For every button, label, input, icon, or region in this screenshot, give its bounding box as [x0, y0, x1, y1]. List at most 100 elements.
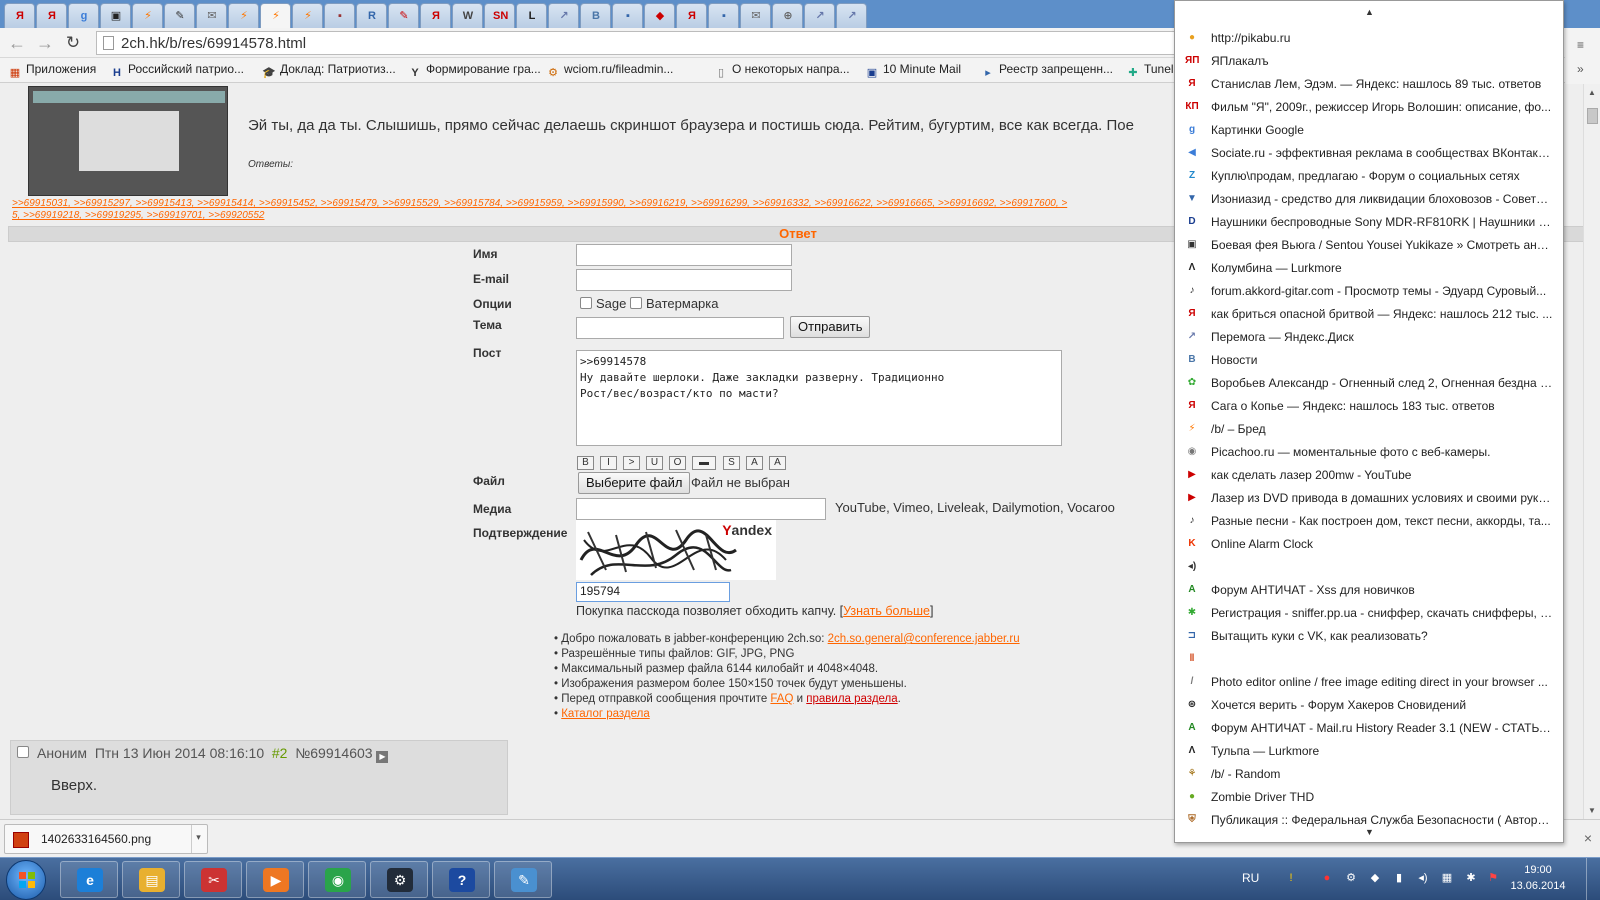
browser-tab[interactable]: ⚡ [260, 3, 291, 28]
browser-tab[interactable]: ▪ [708, 3, 739, 28]
warning-icon[interactable]: ! [1284, 871, 1298, 885]
bookmark-item[interactable]: ⚙ wciom.ru/fileadmin... [546, 62, 673, 80]
network-icon[interactable]: ▦ [1440, 871, 1454, 885]
bookmark-menu-item[interactable]: g Картинки Google [1175, 119, 1563, 141]
subscript-format-button[interactable]: A [769, 456, 786, 470]
forward-icon[interactable]: → [34, 32, 56, 54]
taskbar-chrome-button[interactable]: ◉ [308, 861, 366, 898]
bookmark-menu-item[interactable]: КП Фильм "Я", 2009г., режиссер Игорь Воло… [1175, 96, 1563, 118]
bookmark-menu-item[interactable]: ЯП ЯПлакалъ [1175, 50, 1563, 72]
bookmark-menu-item[interactable]: K Online Alarm Clock [1175, 533, 1563, 555]
board-rules-link[interactable]: правила раздела [806, 693, 897, 705]
name-input[interactable] [576, 244, 792, 266]
bookmark-menu-item[interactable]: ● Zombie Driver THD [1175, 786, 1563, 808]
address-bar[interactable]: 2ch.hk/b/res/69914578.html [96, 31, 1296, 55]
post-select-checkbox[interactable] [17, 746, 29, 758]
reply-links-line-2[interactable]: 5, >>69919218, >>69919295, >>69919701, >… [12, 210, 264, 221]
taskbar-snipping-button[interactable]: ✂ [184, 861, 242, 898]
bookmark-menu-item[interactable]: ✿ Воробьев Александр - Огненный след 2, О… [1175, 372, 1563, 394]
download-item[interactable]: 1402633164560.png ▾ [4, 824, 208, 854]
browser-tab[interactable]: SN [484, 3, 515, 28]
media-input[interactable] [576, 498, 826, 520]
bookmark-menu-item[interactable]: Якак бриться опасной бритвой — Яндекс: н… [1175, 303, 1563, 325]
power-icon[interactable]: ▮ [1392, 871, 1406, 885]
browser-tab[interactable]: W [452, 3, 483, 28]
back-icon[interactable]: ← [6, 32, 28, 54]
taskbar-ie-button[interactable]: e [60, 861, 118, 898]
bookmark-menu-item[interactable]: ↗ Перемога — Яндекс.Диск [1175, 326, 1563, 348]
browser-tab[interactable]: B [580, 3, 611, 28]
catalog-link[interactable]: Каталог раздела [561, 708, 650, 720]
bookmark-menu-item[interactable]: / Photo editor online / free image editin… [1175, 671, 1563, 693]
menu-icon[interactable]: ≡ [1577, 38, 1584, 52]
browser-tab[interactable]: Я [420, 3, 451, 28]
bookmark-menu-item[interactable]: A Форум АНТИЧАТ - Xss для новичков [1175, 579, 1563, 601]
scroll-up-icon[interactable]: ▲ [1588, 88, 1596, 97]
browser-tab[interactable]: ⚡ [292, 3, 323, 28]
bookmark-menu-item[interactable]: B Новости [1175, 349, 1563, 371]
bookmark-menu-item[interactable]: ⚘ /b/ - Random [1175, 763, 1563, 785]
browser-tab[interactable]: ⚡ [132, 3, 163, 28]
bookmark-menu-item[interactable]: ♪ Разные песни - Как построен дом, текст … [1175, 510, 1563, 532]
reply-links-line-1[interactable]: >>69915031, >>69915297, >>69915413, >>69… [12, 198, 1067, 209]
browser-tab[interactable]: ▣ [100, 3, 131, 28]
show-desktop-button[interactable] [1586, 858, 1600, 900]
taskbar-explorer-button[interactable]: ▤ [122, 861, 180, 898]
browser-tab[interactable]: ↗ [548, 3, 579, 28]
bookmark-menu-item[interactable]: Λ Колумбина — Lurkmore [1175, 257, 1563, 279]
bluetooth-icon[interactable]: ✱ [1464, 871, 1478, 885]
underline-format-button[interactable]: U [646, 456, 663, 470]
watermark-checkbox[interactable] [630, 297, 642, 309]
flag-icon[interactable]: ⚑ [1486, 871, 1500, 885]
bookmark-menu-item[interactable]: ▣ Боевая фея Вьюга / Sentou Yousei Yukika… [1175, 234, 1563, 256]
sage-checkbox[interactable] [580, 297, 592, 309]
browser-tab[interactable]: ⚡ [228, 3, 259, 28]
strike-format-button[interactable]: S [723, 456, 740, 470]
bookmark-menu-item[interactable]: Я Станислав Лем, Эдэм. — Яндекс: нашлось … [1175, 73, 1563, 95]
jabber-link[interactable]: 2ch.so.general@conference.jabber.ru [828, 633, 1020, 645]
choose-file-button[interactable]: Выберите файл [578, 472, 691, 494]
steam-tray-icon[interactable]: ⚙ [1344, 871, 1358, 885]
browser-tab[interactable]: ↗ [836, 3, 867, 28]
browser-tab[interactable]: ◆ [644, 3, 675, 28]
post-menu-icon[interactable]: ▶ [376, 751, 389, 763]
browser-tab[interactable]: Я [676, 3, 707, 28]
post-number[interactable]: №69914603 [295, 745, 372, 761]
browser-tab[interactable]: g [68, 3, 99, 28]
bookmark-menu-item[interactable]: ◀ Sociate.ru - эффективная реклама в сооб… [1175, 142, 1563, 164]
bookmark-menu-item[interactable]: ♪ forum.akkord-gitar.com - Просмотр темы … [1175, 280, 1563, 302]
browser-tab[interactable]: ✉ [740, 3, 771, 28]
clock[interactable]: 19:00 13.06.2014 [1506, 862, 1570, 894]
tray-antivirus-icon[interactable]: ◆ [1368, 871, 1382, 885]
bookmark-menu-item[interactable]: ⊛ Хочется верить - Форум Хакеров Сновиден… [1175, 694, 1563, 716]
spoiler-format-button[interactable]: ▬ [692, 456, 716, 470]
language-indicator[interactable]: RU [1242, 871, 1259, 885]
bookmark-menu-item[interactable]: ▶ как сделать лазер 200mw - YouTube [1175, 464, 1563, 486]
bookmark-item[interactable]: 🎓 Доклад: Патриотиз... [262, 62, 396, 80]
taskbar-steam-button[interactable]: ⚙ [370, 861, 428, 898]
scroll-down-icon[interactable]: ▼ [1588, 806, 1596, 815]
menu-scroll-down-icon[interactable]: ▼ [1365, 827, 1374, 837]
browser-tab[interactable]: ✉ [196, 3, 227, 28]
op-thumbnail[interactable] [28, 86, 228, 196]
browser-tab[interactable]: Я [36, 3, 67, 28]
bookmark-menu-item[interactable]: ◉ Picachoo.ru — моментальные фото с веб-к… [1175, 441, 1563, 463]
post-textarea[interactable]: >>69914578 Ну давайте шерлоки. Даже закл… [576, 350, 1062, 446]
superscript-format-button[interactable]: A [746, 456, 763, 470]
browser-tab[interactable]: ↗ [804, 3, 835, 28]
volume-icon[interactable]: ◂) [1416, 871, 1430, 885]
taskbar-help-button[interactable]: ? [432, 861, 490, 898]
browser-tab[interactable]: ✎ [388, 3, 419, 28]
bookmark-menu-item[interactable]: A Форум АНТИЧАТ - Mail.ru History Reader … [1175, 717, 1563, 739]
bookmark-item[interactable]: ▸ Реестр запрещенн... [981, 62, 1113, 80]
scroll-thumb[interactable] [1587, 108, 1598, 124]
reload-icon[interactable]: ↻ [62, 32, 84, 54]
browser-tab[interactable]: ✎ [164, 3, 195, 28]
passcode-link[interactable]: Узнать больше [843, 604, 930, 618]
submit-button[interactable]: Отправить [790, 316, 871, 338]
quote-format-button[interactable]: > [623, 456, 640, 470]
start-button[interactable] [6, 860, 46, 900]
bookmark-menu-item[interactable]: ⚡ /b/ – Бред [1175, 418, 1563, 440]
bookmarks-overflow-icon[interactable]: » [1577, 62, 1584, 76]
taskbar-paint-button[interactable]: ✎ [494, 861, 552, 898]
